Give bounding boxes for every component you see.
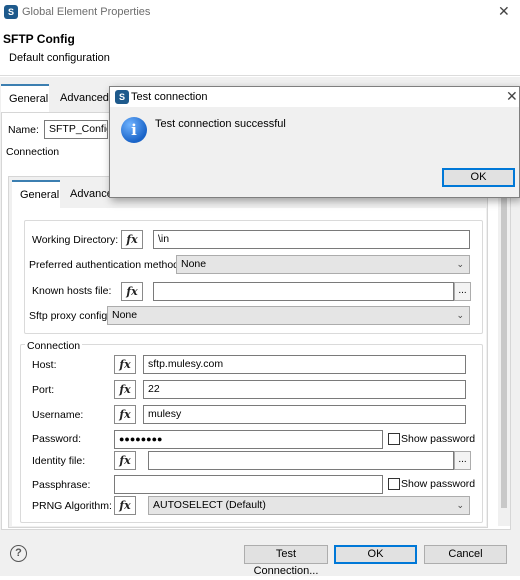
fx-icon[interactable]: fx	[121, 282, 143, 301]
identity-file-label: Identity file:	[32, 455, 86, 467]
chevron-down-icon: ⌄	[456, 500, 464, 510]
dialog-message: Test connection successful	[155, 118, 286, 130]
dialog-close-icon[interactable]: ✕	[506, 88, 518, 105]
cancel-button[interactable]: Cancel	[424, 545, 507, 564]
prng-label: PRNG Algorithm:	[32, 500, 112, 512]
host-input[interactable]: sftp.mulesy.com	[143, 355, 466, 374]
preferred-auth-value: None	[181, 258, 207, 270]
inner-tab-general[interactable]: General	[12, 180, 60, 208]
host-label: Host:	[32, 359, 57, 371]
dialog-titlebar: S Test connection ✕	[110, 87, 519, 107]
identity-file-browse-button[interactable]: ...	[454, 451, 471, 470]
known-hosts-label: Known hosts file:	[32, 285, 112, 297]
known-hosts-browse-button[interactable]: ...	[454, 282, 471, 301]
fx-icon[interactable]: fx	[114, 380, 136, 399]
known-hosts-input[interactable]	[153, 282, 454, 301]
username-label: Username:	[32, 409, 84, 421]
inner-tab-advanced[interactable]: Advanced	[62, 180, 119, 208]
fx-icon[interactable]: fx	[114, 405, 136, 424]
name-input[interactable]: SFTP_Config	[44, 120, 108, 139]
show-password-checkbox[interactable]	[388, 433, 400, 445]
fx-icon[interactable]: fx	[114, 496, 136, 515]
fx-icon[interactable]: fx	[114, 355, 136, 374]
help-icon[interactable]: ?	[10, 545, 27, 562]
prng-select[interactable]: AUTOSELECT (Default) ⌄	[148, 496, 470, 515]
preferred-auth-select[interactable]: None ⌄	[176, 255, 470, 274]
identity-file-input[interactable]	[148, 451, 454, 470]
window-title: Global Element Properties	[22, 6, 151, 18]
tab-general-label: General	[9, 93, 49, 105]
sftp-proxy-select[interactable]: None ⌄	[107, 306, 470, 325]
working-directory-input[interactable]: \in	[153, 230, 470, 249]
fx-icon[interactable]: fx	[114, 451, 136, 470]
sftp-proxy-value: None	[112, 309, 138, 321]
sftp-proxy-label: Sftp proxy config	[29, 310, 108, 322]
dialog-title: Test connection	[131, 91, 208, 103]
inner-tab-general-label: General	[20, 189, 60, 201]
passphrase-label: Passphrase:	[32, 479, 91, 491]
test-connection-button[interactable]: Test Connection...	[244, 545, 328, 577]
show-password-label: Show password	[401, 433, 476, 445]
show-passphrase-label: Show password	[401, 478, 476, 490]
page-title: SFTP Config	[3, 32, 75, 46]
password-label: Password:	[32, 433, 82, 445]
working-directory-label: Working Directory:	[32, 234, 119, 246]
chevron-down-icon: ⌄	[456, 310, 464, 320]
username-input[interactable]: mulesy	[143, 405, 466, 424]
password-input[interactable]: ●●●●●●●●	[114, 430, 383, 449]
preferred-auth-label: Preferred authentication methods	[29, 259, 185, 271]
header: SFTP Config Default configuration	[0, 24, 520, 76]
chevron-down-icon: ⌄	[456, 259, 464, 269]
info-icon: i	[121, 117, 147, 143]
window-close-icon[interactable]: ✕	[498, 3, 510, 20]
scrollbar-thumb[interactable]	[501, 178, 507, 508]
connection-group-title: Connection	[25, 340, 83, 352]
test-connection-dialog: S Test connection ✕ i Test connection su…	[109, 86, 520, 198]
fx-icon[interactable]: fx	[121, 230, 143, 249]
tab-advanced[interactable]: Advanced	[52, 84, 110, 112]
window-titlebar: S Global Element Properties ✕	[0, 0, 520, 24]
app-icon: S	[4, 5, 18, 19]
ok-button[interactable]: OK	[334, 545, 417, 564]
show-passphrase-checkbox[interactable]	[388, 478, 400, 490]
dialog-ok-button[interactable]: OK	[442, 168, 515, 187]
name-label: Name:	[8, 124, 39, 136]
tab-general[interactable]: General	[1, 84, 49, 112]
connection-section-label: Connection	[6, 146, 60, 158]
prng-value: AUTOSELECT (Default)	[153, 499, 266, 511]
port-label: Port:	[32, 384, 55, 396]
footer: ? Test Connection... OK Cancel	[0, 532, 520, 577]
passphrase-input[interactable]	[114, 475, 383, 494]
page-subtitle: Default configuration	[9, 52, 110, 64]
vertical-scrollbar[interactable]	[498, 176, 510, 526]
port-input[interactable]: 22	[143, 380, 466, 399]
dialog-app-icon: S	[115, 90, 129, 104]
tab-advanced-label: Advanced	[60, 92, 109, 104]
